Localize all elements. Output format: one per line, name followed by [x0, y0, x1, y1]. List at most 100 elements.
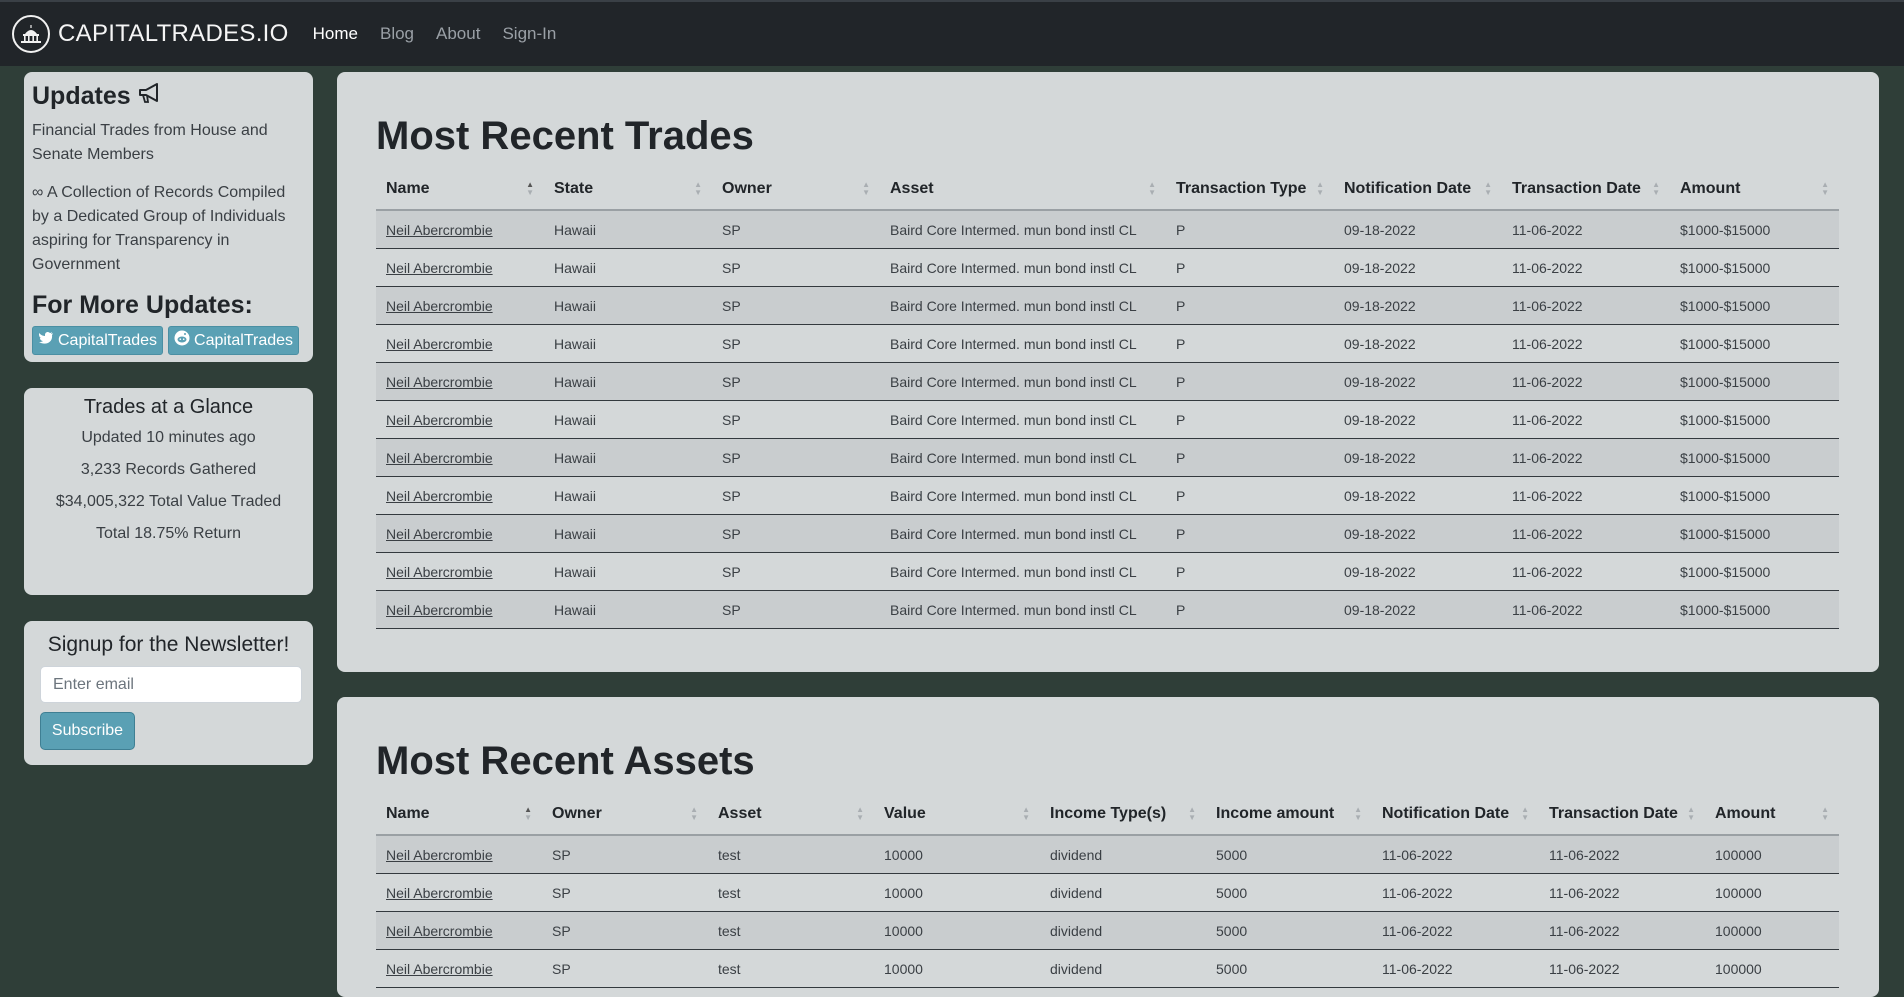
- column-header-transaction-date[interactable]: Transaction Date ▲ ▼: [1502, 169, 1670, 211]
- member-name-link[interactable]: Neil Abercrombie: [386, 885, 493, 901]
- cell-owner: SP: [712, 552, 880, 591]
- sort-icon[interactable]: ▲ ▼: [856, 806, 864, 822]
- glance-total-value: $34,005,322 Total Value Traded: [55, 493, 282, 510]
- cell-owner: SP: [542, 835, 708, 874]
- sort-icon[interactable]: ▲ ▼: [862, 181, 870, 197]
- member-name-link[interactable]: Neil Abercrombie: [386, 336, 493, 352]
- sort-icon[interactable]: ▲ ▼: [526, 181, 534, 197]
- cell-transaction-type: P: [1166, 210, 1334, 249]
- updates-heading: Updates: [32, 82, 305, 111]
- member-name-link[interactable]: Neil Abercrombie: [386, 847, 493, 863]
- subscribe-button[interactable]: Subscribe: [40, 712, 135, 750]
- cell-notification-date: 11-06-2022: [1372, 835, 1539, 874]
- member-name-link[interactable]: Neil Abercrombie: [386, 374, 493, 390]
- sort-icon[interactable]: ▲ ▼: [1687, 806, 1695, 822]
- member-name-link[interactable]: Neil Abercrombie: [386, 923, 493, 939]
- cell-amount: $1000-$15000: [1670, 324, 1839, 363]
- cell-name: Neil Abercrombie: [376, 362, 544, 401]
- column-header-amount[interactable]: Amount ▲ ▼: [1670, 169, 1839, 211]
- cell-transaction-date: 11-06-2022: [1502, 514, 1670, 553]
- sort-icon[interactable]: ▲ ▼: [1821, 806, 1829, 822]
- cell-state: Hawaii: [544, 590, 712, 629]
- column-header-label: Value: [884, 805, 926, 822]
- column-header-label: Owner: [552, 805, 602, 822]
- sort-icon[interactable]: ▲ ▼: [1354, 806, 1362, 822]
- table-row: Neil Abercrombie Hawaii SP Baird Core Inter…: [376, 286, 1839, 325]
- sort-icon[interactable]: ▲ ▼: [1821, 181, 1829, 197]
- member-name-link[interactable]: Neil Abercrombie: [386, 602, 493, 618]
- column-header-value[interactable]: Value ▲ ▼: [874, 794, 1040, 836]
- trades-table: Name ▲ ▼ State ▲ ▼ Owner ▲ ▼ Asset ▲ ▼ Transaction T…: [376, 169, 1839, 629]
- cell-transaction-date: 11-06-2022: [1539, 873, 1705, 912]
- cell-amount: $1000-$15000: [1670, 248, 1839, 287]
- column-header-amount[interactable]: Amount ▲ ▼: [1705, 794, 1839, 836]
- cell-owner: SP: [712, 590, 880, 629]
- member-name-link[interactable]: Neil Abercrombie: [386, 298, 493, 314]
- member-name-link[interactable]: Neil Abercrombie: [386, 222, 493, 238]
- twitter-button[interactable]: CapitalTrades: [32, 326, 164, 355]
- sort-icon[interactable]: ▲ ▼: [1188, 806, 1196, 822]
- member-name-link[interactable]: Neil Abercrombie: [386, 450, 493, 466]
- reddit-button[interactable]: CapitalTrades: [168, 326, 300, 355]
- column-header-owner[interactable]: Owner ▲ ▼: [712, 169, 880, 211]
- cell-owner: SP: [712, 514, 880, 553]
- column-header-transaction-date[interactable]: Transaction Date ▲ ▼: [1539, 794, 1705, 836]
- sort-icon[interactable]: ▲ ▼: [690, 806, 698, 822]
- member-name-link[interactable]: Neil Abercrombie: [386, 564, 493, 580]
- twitter-label: CapitalTrades: [58, 331, 158, 349]
- cell-owner: SP: [712, 324, 880, 363]
- nav-links: Home Blog About Sign-In: [313, 24, 557, 44]
- column-header-transaction-type[interactable]: Transaction Type ▲ ▼: [1166, 169, 1334, 211]
- member-name-link[interactable]: Neil Abercrombie: [386, 412, 493, 428]
- cell-owner: SP: [542, 873, 708, 912]
- column-header-asset[interactable]: Asset ▲ ▼: [708, 794, 874, 836]
- member-name-link[interactable]: Neil Abercrombie: [386, 526, 493, 542]
- cell-transaction-date: 11-06-2022: [1539, 949, 1705, 988]
- nav-home-link[interactable]: Home: [313, 24, 358, 44]
- column-header-asset[interactable]: Asset ▲ ▼: [880, 169, 1166, 211]
- trades-header-row: Name ▲ ▼ State ▲ ▼ Owner ▲ ▼ Asset ▲ ▼ Transaction T…: [376, 169, 1839, 211]
- nav-signin-link[interactable]: Sign-In: [502, 24, 556, 44]
- sort-icon[interactable]: ▲ ▼: [1022, 806, 1030, 822]
- sort-icon[interactable]: ▲ ▼: [1652, 181, 1660, 197]
- cell-state: Hawaii: [544, 400, 712, 439]
- column-header-owner[interactable]: Owner ▲ ▼: [542, 794, 708, 836]
- column-header-income-amount[interactable]: Income amount ▲ ▼: [1206, 794, 1372, 836]
- cell-owner: SP: [542, 911, 708, 950]
- sort-icon[interactable]: ▲ ▼: [1148, 181, 1156, 197]
- nav-about-link[interactable]: About: [436, 24, 480, 44]
- cell-value: 10000: [874, 949, 1040, 988]
- sort-icon[interactable]: ▲ ▼: [1316, 181, 1324, 197]
- column-header-name[interactable]: Name ▲ ▼: [376, 794, 542, 836]
- cell-amount: $1000-$15000: [1670, 552, 1839, 591]
- cell-name: Neil Abercrombie: [376, 286, 544, 325]
- email-field[interactable]: [40, 666, 302, 703]
- cell-state: Hawaii: [544, 210, 712, 249]
- table-row: Neil Abercrombie Hawaii SP Baird Core Inter…: [376, 400, 1839, 439]
- sort-icon[interactable]: ▲ ▼: [524, 806, 532, 822]
- sort-icon[interactable]: ▲ ▼: [1484, 181, 1492, 197]
- member-name-link[interactable]: Neil Abercrombie: [386, 961, 493, 977]
- cell-transaction-type: P: [1166, 286, 1334, 325]
- cell-transaction-date: 11-06-2022: [1539, 911, 1705, 950]
- member-name-link[interactable]: Neil Abercrombie: [386, 260, 493, 276]
- cell-asset: Baird Core Intermed. mun bond instl CL: [880, 286, 1166, 325]
- column-header-notification-date[interactable]: Notification Date ▲ ▼: [1334, 169, 1502, 211]
- cell-amount: $1000-$15000: [1670, 286, 1839, 325]
- nav-blog-link[interactable]: Blog: [380, 24, 414, 44]
- cell-income-amount: 5000: [1206, 873, 1372, 912]
- trades-table-body: Neil Abercrombie Hawaii SP Baird Core Inter…: [376, 210, 1839, 629]
- column-header-state[interactable]: State ▲ ▼: [544, 169, 712, 211]
- brand-name: CAPITALTRADES.IO: [58, 20, 289, 47]
- sort-icon[interactable]: ▲ ▼: [694, 181, 702, 197]
- brand[interactable]: CAPITALTRADES.IO: [12, 15, 289, 53]
- member-name-link[interactable]: Neil Abercrombie: [386, 488, 493, 504]
- cell-transaction-type: P: [1166, 514, 1334, 553]
- top-navbar: CAPITALTRADES.IO Home Blog About Sign-In: [0, 0, 1904, 66]
- sort-icon[interactable]: ▲ ▼: [1521, 806, 1529, 822]
- cell-state: Hawaii: [544, 476, 712, 515]
- column-header-name[interactable]: Name ▲ ▼: [376, 169, 544, 211]
- column-header-notification-date[interactable]: Notification Date ▲ ▼: [1372, 794, 1539, 836]
- column-header-income-type-s[interactable]: Income Type(s) ▲ ▼: [1040, 794, 1206, 836]
- cell-notification-date: 11-06-2022: [1372, 873, 1539, 912]
